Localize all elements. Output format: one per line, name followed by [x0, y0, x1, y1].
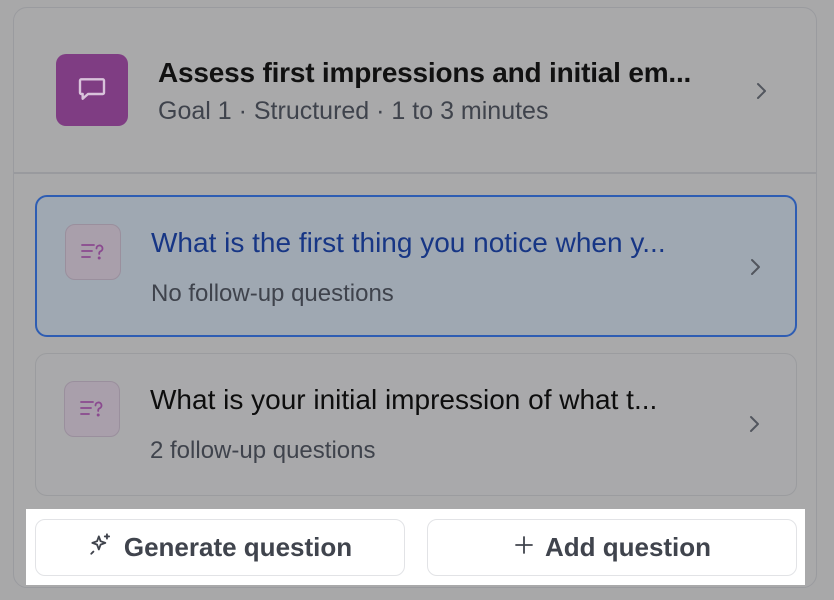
- goal-badge: [56, 54, 128, 126]
- chat-bubble-icon: [76, 72, 108, 109]
- question-list-icon: [65, 224, 121, 280]
- goal-title: Assess first impressions and initial em.…: [158, 57, 692, 88]
- goal-row[interactable]: Assess first impressions and initial em.…: [14, 8, 816, 174]
- question-followups: No follow-up questions: [151, 280, 394, 307]
- chevron-right-icon: [743, 413, 765, 435]
- goal-meta: Goal 1 · Structured · 1 to 3 minutes: [158, 97, 549, 125]
- interview-guide-panel: Assess first impressions and initial em.…: [13, 7, 817, 588]
- chevron-right-icon: [744, 256, 766, 278]
- add-question-label: Add question: [544, 532, 712, 562]
- question-title: What is your initial impression of what …: [150, 384, 658, 415]
- add-question-button[interactable]: Add question: [427, 519, 797, 576]
- generate-question-label: Generate question: [123, 532, 353, 562]
- generate-question-button[interactable]: Generate question: [35, 519, 405, 576]
- question-card-1[interactable]: What is the first thing you notice when …: [35, 195, 797, 337]
- question-title: What is the first thing you notice when …: [151, 227, 666, 258]
- question-list-icon: [64, 381, 120, 437]
- question-card-2[interactable]: What is your initial impression of what …: [35, 353, 797, 496]
- chevron-right-icon: [750, 80, 772, 102]
- plus-icon: [513, 532, 535, 563]
- question-followups: 2 follow-up questions: [150, 437, 376, 464]
- sparkle-icon: [88, 531, 114, 564]
- question-actions-bar: Generate question Add question: [26, 509, 805, 585]
